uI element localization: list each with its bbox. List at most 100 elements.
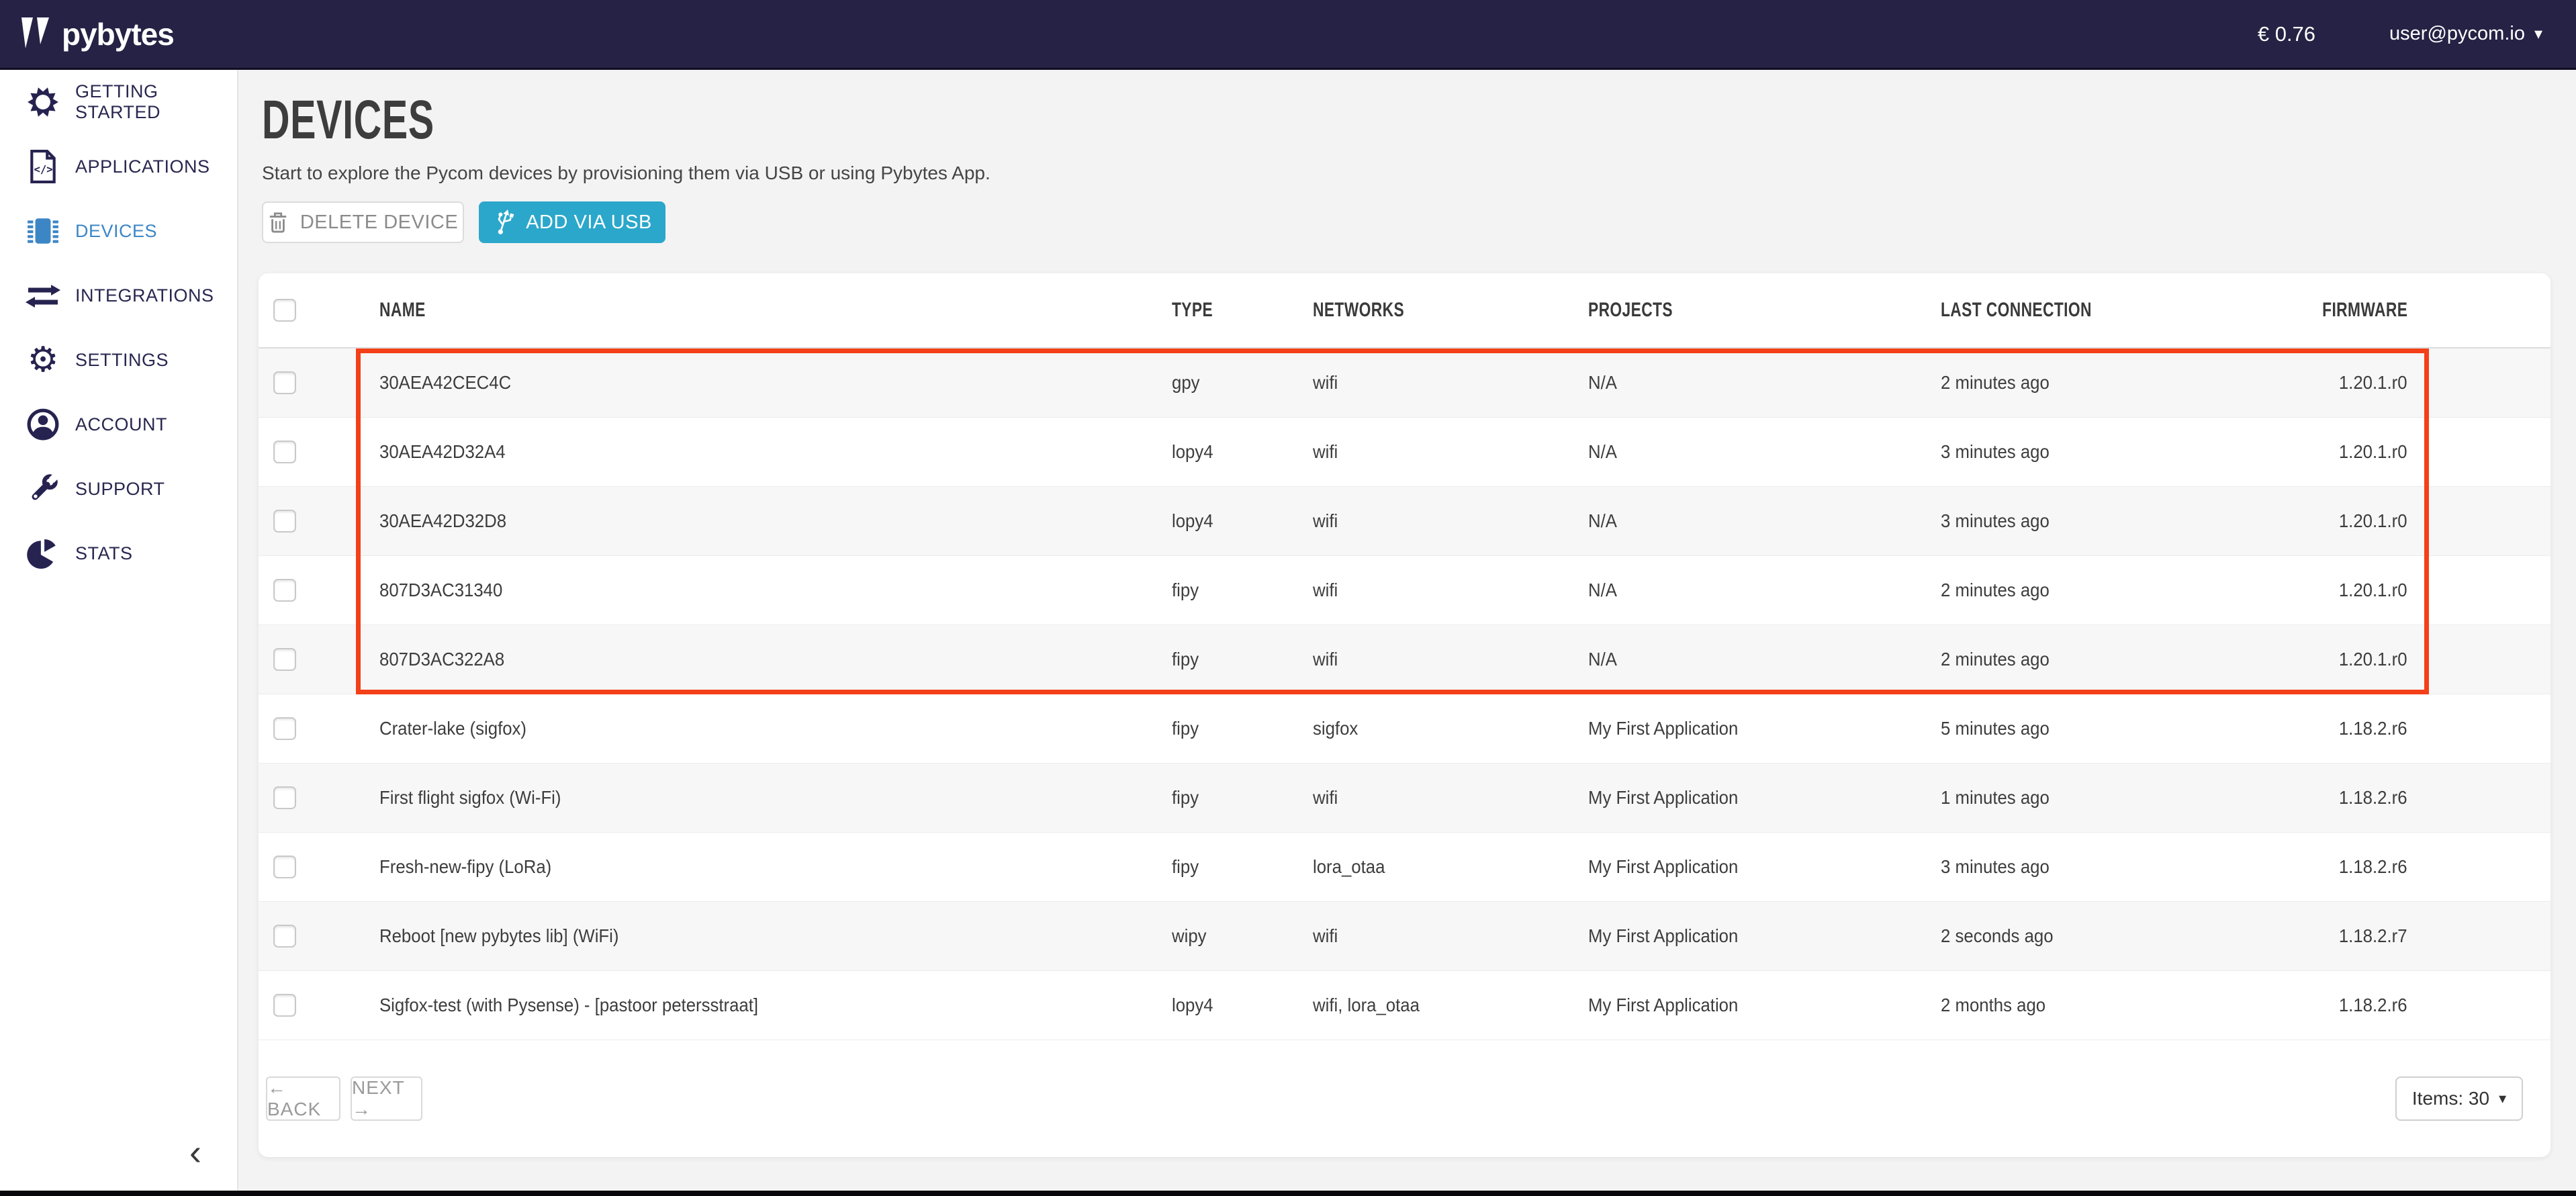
device-last-connection-cell: 3 minutes ago xyxy=(1941,510,2287,532)
device-name-cell: 30AEA42CEC4C xyxy=(379,372,1172,394)
next-button[interactable]: NEXT → xyxy=(351,1076,422,1121)
row-checkbox[interactable] xyxy=(273,786,296,809)
device-networks-cell: wifi xyxy=(1313,510,1588,532)
table-row[interactable]: 807D3AC322A8 fipy wifi N/A 2 minutes ago… xyxy=(259,625,2550,694)
row-checkbox[interactable] xyxy=(273,579,296,602)
main-content: DEVICES Start to explore the Pycom devic… xyxy=(240,70,2576,1191)
device-name-cell: Sigfox-test (with Pysense) - [pastoor pe… xyxy=(379,995,1172,1016)
sidebar-collapse-chevron[interactable]: ‹ xyxy=(189,1134,201,1170)
table-row[interactable]: Crater-lake (sigfox) fipy sigfox My Firs… xyxy=(259,694,2550,764)
device-projects-cell: My First Application xyxy=(1588,925,1941,947)
sidebar-item-label: APPLICATIONS xyxy=(75,156,210,177)
device-projects-cell: N/A xyxy=(1588,649,1941,670)
table-row[interactable]: 30AEA42CEC4C gpy wifi N/A 2 minutes ago … xyxy=(259,349,2550,418)
chevron-down-icon: ▾ xyxy=(2534,24,2542,44)
table-row[interactable]: Sigfox-test (with Pysense) - [pastoor pe… xyxy=(259,971,2550,1040)
items-per-page-label: Items: 30 xyxy=(2412,1088,2489,1109)
table-body: 30AEA42CEC4C gpy wifi N/A 2 minutes ago … xyxy=(259,349,2550,1040)
row-checkbox[interactable] xyxy=(273,510,296,533)
select-all-checkbox[interactable] xyxy=(273,299,296,322)
device-firmware-cell: 1.20.1.r0 xyxy=(2287,510,2550,532)
user-email: user@pycom.io xyxy=(2389,23,2525,45)
sidebar-item-label: SUPPORT xyxy=(75,479,165,500)
device-last-connection-cell: 3 minutes ago xyxy=(1941,441,2287,463)
device-networks-cell: wifi xyxy=(1313,925,1588,947)
table-row[interactable]: 807D3AC31340 fipy wifi N/A 2 minutes ago… xyxy=(259,556,2550,625)
device-firmware-cell: 1.18.2.r6 xyxy=(2287,718,2550,739)
device-networks-cell: wifi, lora_otaa xyxy=(1313,995,1588,1016)
device-firmware-cell: 1.20.1.r0 xyxy=(2287,372,2550,394)
sidebar-item-label: STATS xyxy=(75,543,133,564)
user-circle-icon xyxy=(26,407,60,442)
sidebar-item-label: DEVICES xyxy=(75,221,157,242)
delete-device-button[interactable]: DELETE DEVICE xyxy=(262,201,464,243)
device-type-cell: fipy xyxy=(1172,649,1313,670)
sidebar-item-label: ACCOUNT xyxy=(75,414,167,435)
sidebar-item-account[interactable]: ACCOUNT xyxy=(0,392,237,457)
pybytes-logo-icon xyxy=(20,17,54,51)
devices-table-card: NAME TYPE NETWORKS PROJECTS LAST CONNECT… xyxy=(259,273,2550,1157)
device-firmware-cell: 1.18.2.r6 xyxy=(2287,856,2550,878)
pybytes-logo[interactable]: pybytes xyxy=(20,16,174,52)
column-header-projects: PROJECTS xyxy=(1588,299,1941,322)
sidebar-item-label: INTEGRATIONS xyxy=(75,285,214,306)
device-firmware-cell: 1.20.1.r0 xyxy=(2287,580,2550,601)
device-projects-cell: My First Application xyxy=(1588,995,1941,1016)
logo-text: pybytes xyxy=(62,16,174,52)
device-name-cell: 807D3AC31340 xyxy=(379,580,1172,601)
device-firmware-cell: 1.18.2.r6 xyxy=(2287,787,2550,809)
row-checkbox[interactable] xyxy=(273,994,296,1017)
row-checkbox[interactable] xyxy=(273,717,296,740)
account-balance: € 0.76 xyxy=(2258,22,2315,46)
trash-icon xyxy=(268,211,288,234)
page-title: DEVICES xyxy=(262,89,434,152)
sidebar-item-support[interactable]: SUPPORT xyxy=(0,457,237,521)
sidebar-item-stats[interactable]: STATS xyxy=(0,521,237,586)
add-via-usb-button[interactable]: ADD VIA USB xyxy=(479,201,665,243)
table-row[interactable]: 30AEA42D32A4 lopy4 wifi N/A 3 minutes ag… xyxy=(259,418,2550,487)
device-last-connection-cell: 3 minutes ago xyxy=(1941,856,2287,878)
user-menu[interactable]: user@pycom.io ▾ xyxy=(2389,23,2542,45)
row-checkbox[interactable] xyxy=(273,648,296,671)
svg-text:</>: </> xyxy=(34,163,52,175)
device-projects-cell: My First Application xyxy=(1588,787,1941,809)
table-row[interactable]: First flight sigfox (Wi-Fi) fipy wifi My… xyxy=(259,764,2550,833)
table-row[interactable]: Reboot [new pybytes lib] (WiFi) wipy wif… xyxy=(259,902,2550,971)
top-navbar: pybytes € 0.76 user@pycom.io ▾ xyxy=(0,0,2576,70)
table-row[interactable]: 30AEA42D32D8 lopy4 wifi N/A 3 minutes ag… xyxy=(259,487,2550,556)
row-checkbox[interactable] xyxy=(273,856,296,878)
device-type-cell: lopy4 xyxy=(1172,995,1313,1016)
items-per-page-dropdown[interactable]: Items: 30 ▾ xyxy=(2395,1076,2523,1121)
table-row[interactable]: Fresh-new-fipy (LoRa) fipy lora_otaa My … xyxy=(259,833,2550,902)
device-projects-cell: N/A xyxy=(1588,372,1941,394)
sidebar-item-applications[interactable]: </> APPLICATIONS xyxy=(0,134,237,199)
add-via-usb-label: ADD VIA USB xyxy=(526,212,652,234)
device-name-cell: 30AEA42D32A4 xyxy=(379,441,1172,463)
column-header-type: TYPE xyxy=(1172,299,1313,322)
device-networks-cell: wifi xyxy=(1313,441,1588,463)
device-type-cell: lopy4 xyxy=(1172,510,1313,532)
device-name-cell: 807D3AC322A8 xyxy=(379,649,1172,670)
device-last-connection-cell: 5 minutes ago xyxy=(1941,718,2287,739)
sidebar-item-label: SETTINGS xyxy=(75,350,169,371)
device-projects-cell: N/A xyxy=(1588,510,1941,532)
sidebar-item-devices[interactable]: DEVICES xyxy=(0,199,237,263)
sidebar-item-integrations[interactable]: INTEGRATIONS xyxy=(0,263,237,328)
device-projects-cell: N/A xyxy=(1588,441,1941,463)
row-checkbox[interactable] xyxy=(273,441,296,463)
device-last-connection-cell: 2 minutes ago xyxy=(1941,649,2287,670)
sidebar-item-getting-started[interactable]: GETTING STARTED xyxy=(0,70,237,134)
device-last-connection-cell: 2 months ago xyxy=(1941,995,2287,1016)
swap-arrows-icon xyxy=(26,278,60,313)
device-name-cell: Reboot [new pybytes lib] (WiFi) xyxy=(379,925,1172,947)
device-networks-cell: lora_otaa xyxy=(1313,856,1588,878)
column-header-name: NAME xyxy=(379,299,1172,322)
device-last-connection-cell: 2 minutes ago xyxy=(1941,580,2287,601)
row-checkbox[interactable] xyxy=(273,925,296,948)
sidebar-item-settings[interactable]: ⚙ SETTINGS xyxy=(0,328,237,392)
row-checkbox[interactable] xyxy=(273,371,296,394)
back-button[interactable]: ← BACK xyxy=(266,1076,340,1121)
device-name-cell: 30AEA42D32D8 xyxy=(379,510,1172,532)
chip-icon xyxy=(26,214,60,248)
device-last-connection-cell: 1 minutes ago xyxy=(1941,787,2287,809)
